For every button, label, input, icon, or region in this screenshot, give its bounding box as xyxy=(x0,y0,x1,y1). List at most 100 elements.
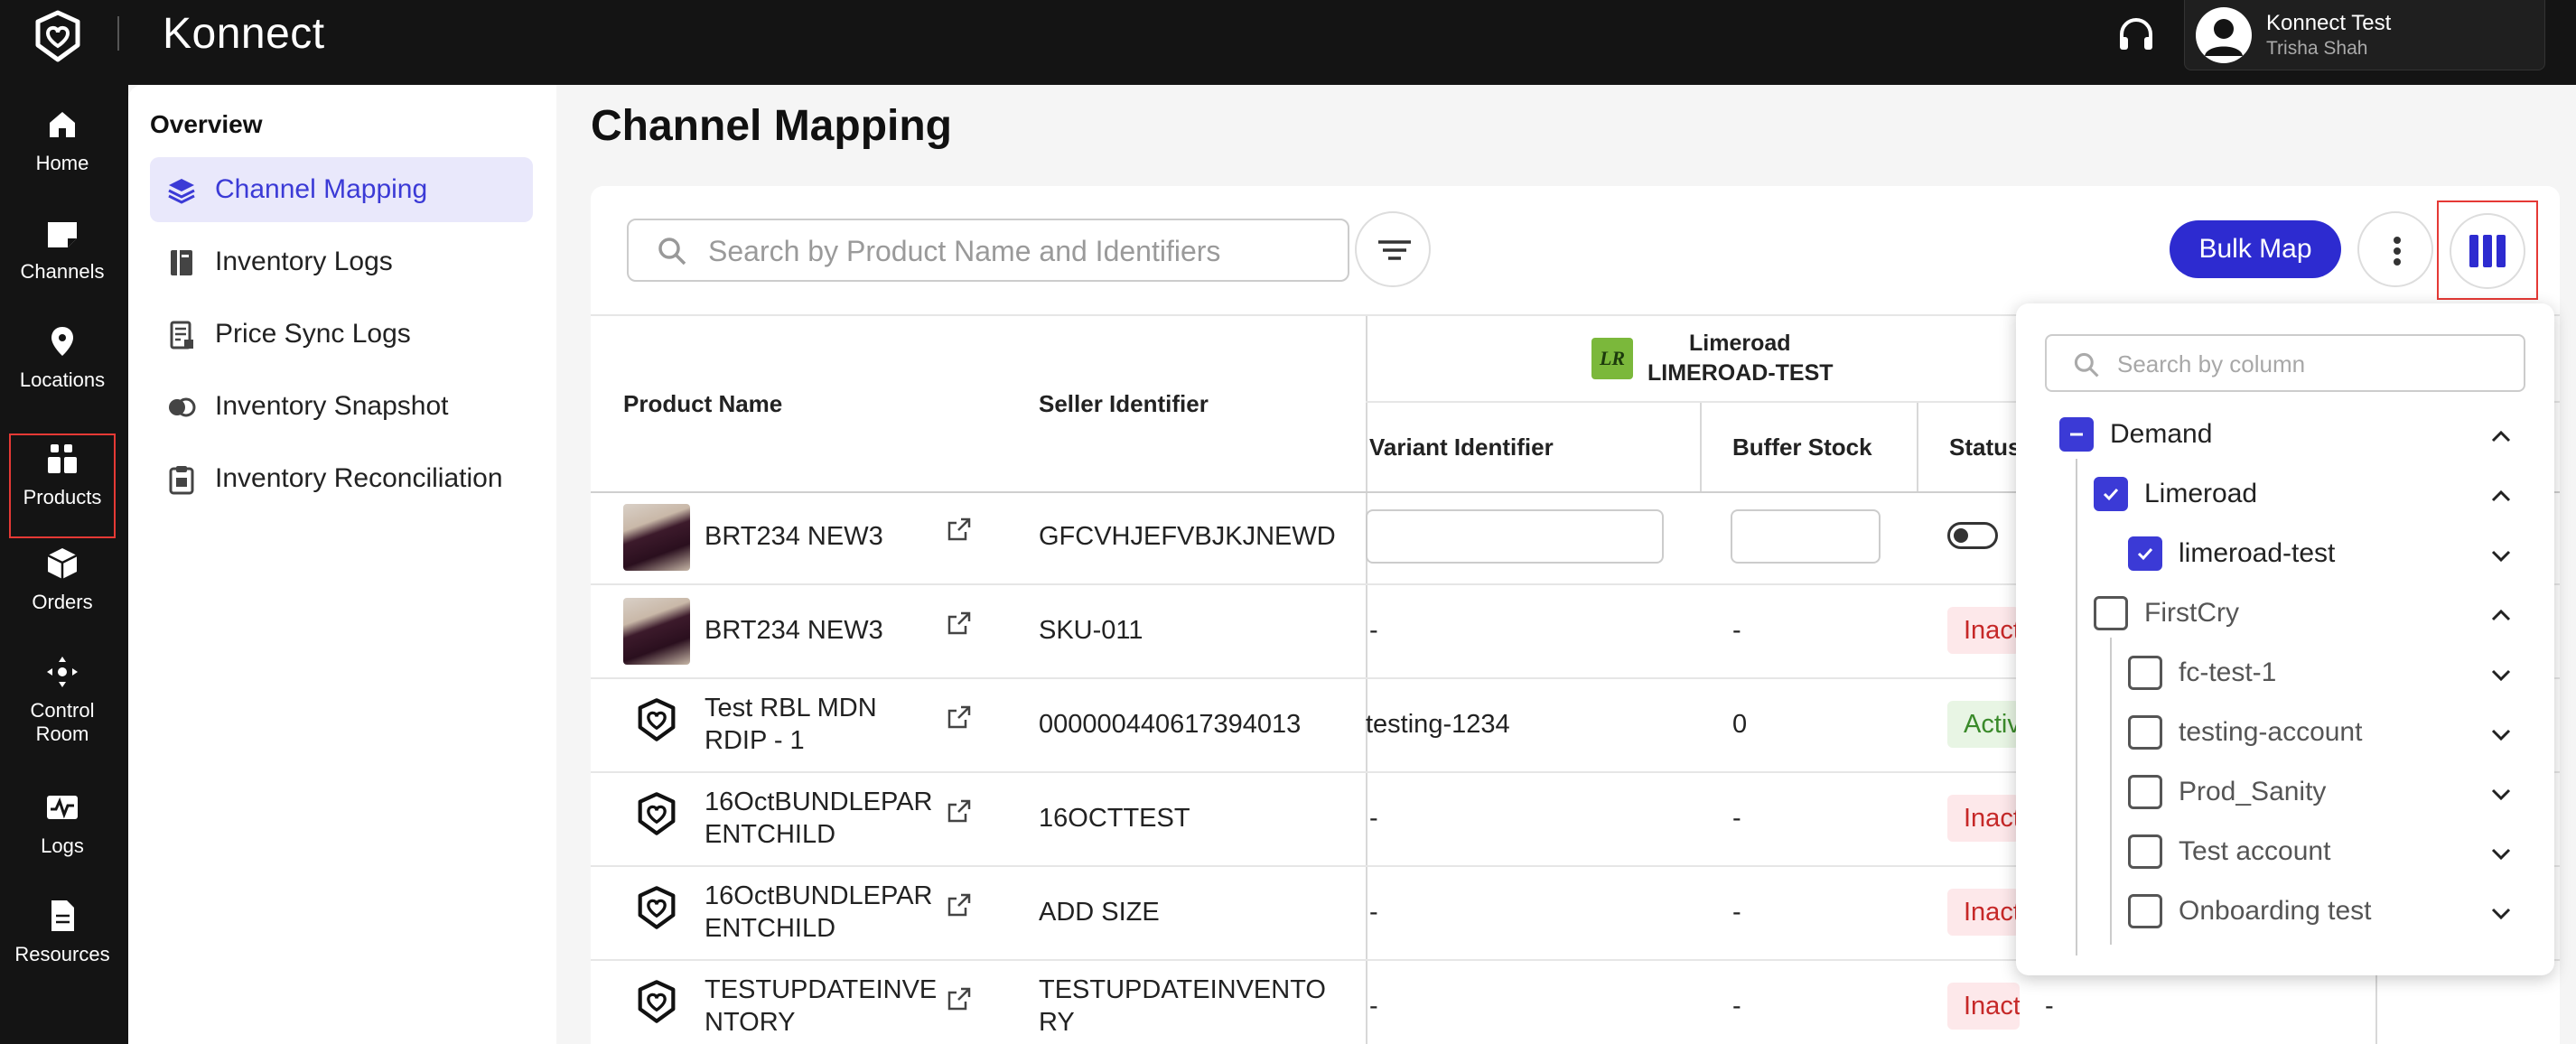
subnav-label: Inventory Logs xyxy=(215,247,393,276)
konnect-logo-icon[interactable] xyxy=(31,9,85,63)
external-link-icon[interactable] xyxy=(947,986,972,1011)
column-chooser-button[interactable] xyxy=(2437,200,2538,300)
column-search-box[interactable] xyxy=(2045,334,2525,392)
status-badge: Inactive xyxy=(1947,607,2020,654)
columns-icon xyxy=(2469,235,2506,267)
checkbox-onboarding-test[interactable] xyxy=(2128,894,2162,928)
chevron-down-icon[interactable] xyxy=(2486,659,2516,690)
rail-item-home[interactable]: Home xyxy=(9,107,116,211)
rail-item-logs[interactable]: Logs xyxy=(9,789,116,894)
rail-label: Orders xyxy=(32,591,93,613)
variant-identifier: - xyxy=(1369,804,1378,833)
checkbox-limeroad[interactable] xyxy=(2094,477,2128,511)
external-link-icon[interactable] xyxy=(947,892,972,918)
rail-label: Products xyxy=(23,486,102,508)
buffer-stock: - xyxy=(1732,804,1741,833)
column-chooser-dropdown: Demand Limeroad limeroad-test FirstCry f… xyxy=(2016,303,2554,975)
tree-label-fc-test-1[interactable]: fc-test-1 xyxy=(2179,657,2276,688)
filter-icon xyxy=(1378,240,1411,260)
konnect-placeholder-icon xyxy=(638,886,676,929)
receipt-icon xyxy=(170,321,193,350)
support-headset-icon[interactable] xyxy=(2115,14,2157,56)
tree-label-demand[interactable]: Demand xyxy=(2110,419,2212,450)
product-name[interactable]: TESTUPDATEINVENTORY xyxy=(705,974,941,1039)
rail-item-control-room[interactable]: Control Room xyxy=(9,654,116,759)
header-seller-identifier: Seller Identifier xyxy=(1039,390,1209,417)
chevron-down-icon[interactable] xyxy=(2486,898,2516,928)
tree-label-onboarding-test[interactable]: Onboarding test xyxy=(2179,896,2371,927)
status-toggle[interactable] xyxy=(1947,522,1998,549)
konnect-placeholder-icon xyxy=(638,698,676,741)
filter-button[interactable] xyxy=(1355,211,1431,287)
external-link-icon[interactable] xyxy=(947,611,972,636)
subnav-item-price-sync-logs[interactable]: Price Sync Logs xyxy=(150,302,533,367)
external-link-icon[interactable] xyxy=(947,517,972,542)
checkbox-limeroad-test[interactable] xyxy=(2128,536,2162,571)
column-search-input[interactable] xyxy=(2117,347,2515,381)
product-name[interactable]: BRT234 NEW3 xyxy=(705,520,883,553)
products-icon xyxy=(48,444,77,473)
status-badge: Inactive xyxy=(1947,983,2020,1030)
header-buffer-stock: Buffer Stock xyxy=(1732,433,1872,461)
product-search-box[interactable] xyxy=(627,219,1349,282)
external-link-icon[interactable] xyxy=(947,798,972,824)
chevron-down-icon[interactable] xyxy=(2486,778,2516,809)
product-name[interactable]: Test RBL MDN RDIP - 1 xyxy=(705,692,939,757)
chevron-up-icon[interactable] xyxy=(2486,421,2516,452)
user-menu[interactable]: Konnect Test Trisha Shah xyxy=(2184,0,2545,70)
seller-identifier: ADD SIZE xyxy=(1039,898,1160,927)
checkbox-demand[interactable] xyxy=(2059,417,2094,452)
buffer-stock-input[interactable] xyxy=(1731,509,1881,564)
chevron-up-icon[interactable] xyxy=(2486,600,2516,630)
subnav-label: Price Sync Logs xyxy=(215,319,411,349)
chevron-down-icon[interactable] xyxy=(2486,540,2516,571)
tree-label-test-account[interactable]: Test account xyxy=(2179,836,2330,867)
rail-item-channels[interactable]: Channels xyxy=(9,215,116,320)
subnav-item-inventory-snapshot[interactable]: Inventory Snapshot xyxy=(150,374,533,439)
brand-name: Konnect xyxy=(163,10,325,58)
more-vertical-icon xyxy=(2394,237,2401,266)
buffer-stock: - xyxy=(1732,992,1741,1021)
top-bar: Konnect Konnect Test Trisha Shah xyxy=(0,0,2576,85)
checkbox-test-account[interactable] xyxy=(2128,834,2162,869)
chevron-down-icon[interactable] xyxy=(2486,838,2516,869)
rail-item-orders[interactable]: Orders xyxy=(9,545,116,650)
checkbox-firstcry[interactable] xyxy=(2094,596,2128,630)
checkbox-fc-test-1[interactable] xyxy=(2128,656,2162,690)
checkbox-testing-account[interactable] xyxy=(2128,715,2162,750)
subnav-item-inventory-logs[interactable]: Inventory Logs xyxy=(150,229,533,294)
buffer-stock: - xyxy=(1732,616,1741,645)
buffer-stock: 0 xyxy=(1732,710,1748,739)
status-badge: Inactive xyxy=(1947,889,2020,936)
rail-item-resources[interactable]: Resources xyxy=(9,898,116,1002)
bulk-map-button[interactable]: Bulk Map xyxy=(2170,220,2341,278)
chevron-up-icon[interactable] xyxy=(2486,480,2516,511)
rail-item-products[interactable]: Products xyxy=(9,433,116,538)
product-name[interactable]: 16OctBUNDLEPARENTCHILD xyxy=(705,880,941,945)
checkbox-prod-sanity[interactable] xyxy=(2128,775,2162,809)
header-status: Status xyxy=(1949,433,2021,461)
product-name[interactable]: 16OctBUNDLEPARENTCHILD xyxy=(705,786,941,851)
chevron-down-icon[interactable] xyxy=(2486,719,2516,750)
tree-label-limeroad-test[interactable]: limeroad-test xyxy=(2179,538,2335,569)
tree-label-limeroad[interactable]: Limeroad xyxy=(2144,479,2257,509)
tree-label-firstcry[interactable]: FirstCry xyxy=(2144,598,2239,629)
subnav-label: Channel Mapping xyxy=(215,174,428,204)
subnav-item-channel-mapping[interactable]: Channel Mapping xyxy=(150,157,533,222)
product-search-input[interactable] xyxy=(708,231,1331,271)
layers-icon xyxy=(168,179,195,204)
search-icon xyxy=(2074,352,2099,378)
external-link-icon[interactable] xyxy=(947,704,972,730)
subnav-item-inventory-reconciliation[interactable]: Inventory Reconciliation xyxy=(150,446,533,511)
column-chooser-circle xyxy=(2450,213,2525,289)
header-variant-identifier: Variant Identifier xyxy=(1369,433,1554,461)
variant-identifier: - xyxy=(1369,992,1378,1021)
product-name[interactable]: BRT234 NEW3 xyxy=(705,614,883,647)
page-title: Channel Mapping xyxy=(591,102,952,150)
variant-identifier-input[interactable] xyxy=(1366,509,1664,564)
more-options-button[interactable] xyxy=(2357,211,2433,287)
rail-item-locations[interactable]: Locations xyxy=(9,323,116,428)
logo-separator xyxy=(117,16,119,51)
tree-label-testing-account[interactable]: testing-account xyxy=(2179,717,2362,748)
tree-label-prod-sanity[interactable]: Prod_Sanity xyxy=(2179,777,2326,807)
